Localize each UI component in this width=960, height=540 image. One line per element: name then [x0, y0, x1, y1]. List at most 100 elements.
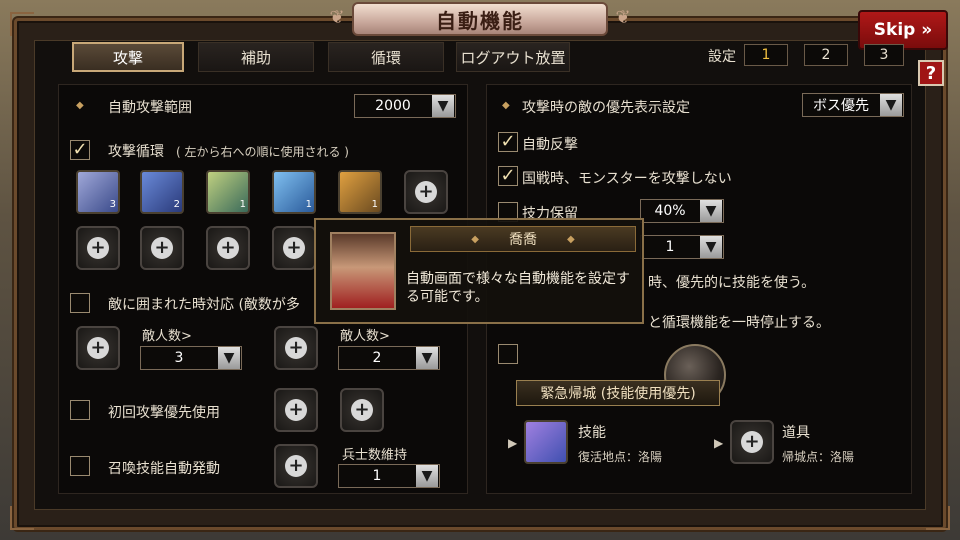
skill-level: 1 [305, 199, 312, 210]
plus-icon: + [87, 337, 109, 359]
add-skill-button[interactable]: + [340, 388, 384, 432]
diamond-bullet-icon: ◆ [502, 100, 510, 111]
chevron-down-icon[interactable]: ▼ [218, 347, 240, 369]
return-skill-slot[interactable] [524, 420, 568, 464]
settings-slot-2[interactable]: 2 [804, 44, 848, 66]
enemy-count-value: 3 [174, 350, 184, 366]
soldier-count-value: 1 [372, 468, 382, 484]
summon-checkbox[interactable] [70, 456, 90, 476]
priority-skill-text: 時、優先的に技能を使う。 [648, 275, 816, 291]
return-skill-label: 技能 [578, 425, 606, 441]
add-skill-button[interactable]: + [76, 326, 120, 370]
window-title: 自動機能 [352, 2, 608, 36]
attack-range-dropdown[interactable]: 2000 ▼ [354, 94, 456, 118]
diamond-bullet-icon: ◆ [567, 233, 575, 245]
plus-icon: + [285, 455, 307, 477]
add-skill-button[interactable]: + [76, 226, 120, 270]
add-skill-button[interactable]: + [206, 226, 250, 270]
tab-attack[interactable]: 攻撃 [72, 42, 184, 72]
auto-counter-checkbox[interactable]: ✓ [498, 132, 518, 152]
surrounded-checkbox[interactable] [70, 293, 90, 313]
plus-icon: + [351, 399, 373, 421]
tab-support[interactable]: 補助 [198, 42, 314, 72]
return-item-label: 道具 [782, 425, 810, 441]
npc-name: 喬喬 [509, 232, 537, 248]
chevron-down-icon[interactable]: ▼ [700, 236, 722, 258]
settings-label: 設定 [708, 49, 736, 65]
no-monster-checkbox[interactable]: ✓ [498, 166, 518, 186]
tab-cycle[interactable]: 循環 [328, 42, 444, 72]
pause-cycle-text: と循環機能を一時停止する。 [648, 315, 830, 331]
soldier-count-dropdown[interactable]: 1 ▼ [338, 464, 440, 488]
attack-cycle-label: 攻撃循環 [108, 144, 164, 160]
summon-label: 召喚技能自動発動 [108, 461, 220, 477]
help-button[interactable]: ? [918, 60, 944, 86]
no-monster-label: 国戦時、モンスターを攻撃しない [522, 171, 732, 187]
add-skill-button[interactable]: + [404, 170, 448, 214]
reserve-dropdown[interactable]: 40% ▼ [640, 199, 724, 223]
settings-slot-3[interactable]: 3 [864, 44, 904, 66]
npc-tooltip: ◆ 喬喬 ◆ 自動画面で様々な自動機能を設定する可能です。 [314, 218, 644, 324]
soldier-count-label: 兵士数維持 [342, 448, 408, 463]
chevron-down-icon[interactable]: ▼ [700, 200, 722, 222]
enemy-count-label: 敵人数> [142, 329, 192, 344]
add-skill-button[interactable]: + [274, 326, 318, 370]
priority-dropdown[interactable]: ボス優先 ▼ [802, 93, 904, 117]
arrow-right-icon: ▶ [714, 436, 724, 450]
diamond-bullet-icon: ◆ [471, 233, 479, 245]
plus-icon: + [415, 181, 437, 203]
chevron-down-icon[interactable]: ▼ [880, 94, 902, 116]
settings-slot-1[interactable]: 1 [744, 44, 788, 66]
auto-counter-label: 自動反撃 [522, 137, 578, 153]
add-skill-button[interactable]: + [274, 388, 318, 432]
first-attack-checkbox[interactable] [70, 400, 90, 420]
frame-corner-ornament [10, 12, 34, 36]
skill-slot[interactable]: 2 [140, 170, 184, 214]
attack-range-value: 2000 [375, 98, 411, 114]
skill-slot[interactable]: 1 [338, 170, 382, 214]
skill-level: 3 [109, 199, 116, 210]
skill-level: 1 [239, 199, 246, 210]
plus-icon: + [283, 237, 305, 259]
add-skill-button[interactable]: + [272, 226, 316, 270]
plus-icon: + [285, 399, 307, 421]
arrow-right-icon: ▶ [508, 436, 518, 450]
threshold-value: 1 [665, 239, 675, 255]
threshold-dropdown[interactable]: 1 ▼ [640, 235, 724, 259]
attack-cycle-checkbox[interactable]: ✓ [70, 140, 90, 160]
add-skill-button[interactable]: + [274, 444, 318, 488]
chevron-down-icon[interactable]: ▼ [416, 347, 438, 369]
diamond-bullet-icon: ◆ [76, 100, 84, 111]
enemy-count-label: 敵人数> [340, 329, 390, 344]
reserve-value: 40% [654, 203, 686, 219]
attack-cycle-note: ( 左から右への順に使用される ) [176, 145, 349, 159]
plus-icon: + [87, 237, 109, 259]
enemy-count-dropdown[interactable]: 3 ▼ [140, 346, 242, 370]
plus-icon: + [285, 337, 307, 359]
skill-slot[interactable]: 1 [206, 170, 250, 214]
option-checkbox[interactable] [498, 344, 518, 364]
plus-icon: + [151, 237, 173, 259]
plus-icon: + [217, 237, 239, 259]
chevron-down-icon[interactable]: ▼ [416, 465, 438, 487]
skill-slot[interactable]: 1 [272, 170, 316, 214]
frame-corner-ornament [10, 506, 34, 530]
plus-icon: + [741, 431, 763, 453]
return-item-slot[interactable]: + [730, 420, 774, 464]
first-attack-label: 初回攻撃優先使用 [108, 405, 220, 421]
enemy-count-dropdown[interactable]: 2 ▼ [338, 346, 440, 370]
enemy-count-value: 2 [372, 350, 382, 366]
skill-level: 2 [173, 199, 180, 210]
return-item-location: 帰城点：洛陽 [782, 450, 855, 464]
attack-range-label: 自動攻撃範囲 [108, 100, 192, 116]
add-skill-button[interactable]: + [140, 226, 184, 270]
skill-slot[interactable]: 3 [76, 170, 120, 214]
npc-portrait [330, 232, 396, 310]
tab-logout-idle[interactable]: ログアウト放置 [456, 42, 570, 72]
npc-name-plate: ◆ 喬喬 ◆ [410, 226, 636, 252]
skill-level: 1 [371, 199, 378, 210]
chevron-down-icon[interactable]: ▼ [432, 95, 454, 117]
title-ornament-icon: ❦ [615, 7, 631, 28]
frame-corner-ornament [926, 506, 950, 530]
title-ornament-icon: ❦ [329, 7, 345, 28]
